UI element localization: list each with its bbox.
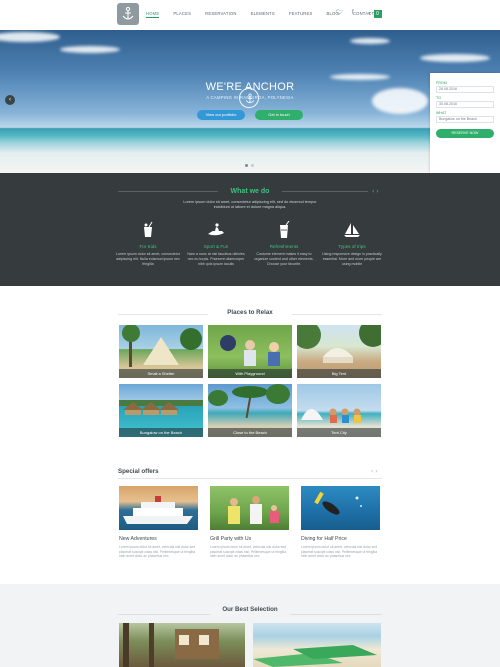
slider-prev-arrow[interactable]: ‹ bbox=[5, 95, 15, 105]
hero-subtitle: A CAMPING IN RANGIROA, POLYNESIA bbox=[206, 95, 294, 100]
feature-title: For Kids bbox=[139, 244, 157, 249]
place-tile[interactable]: Tent City bbox=[297, 384, 381, 437]
cloud bbox=[420, 54, 490, 62]
what-we-do-section: What we do ‹ › Lorem ipsum dolor sit ame… bbox=[0, 173, 500, 286]
tile-caption: Tent City bbox=[297, 428, 381, 437]
offer-text: Lorem ipsum dolor sit amet, vehicula nis… bbox=[210, 545, 287, 559]
feature-text: Using responsive design is practically e… bbox=[322, 252, 382, 266]
offer-image bbox=[119, 486, 198, 530]
tile-caption: Close to the Beach bbox=[208, 428, 292, 437]
special-offers-title: Special offers bbox=[118, 468, 159, 475]
menu-item-elements[interactable]: Elements bbox=[251, 11, 275, 18]
cloud bbox=[372, 88, 428, 114]
facebook-icon[interactable]: f bbox=[352, 9, 354, 16]
chevron-down-icon: ▾ bbox=[368, 11, 371, 17]
place-tile[interactable]: Small a Shelter bbox=[119, 325, 203, 378]
feature-refreshments: Refreshments Costume element makes it ea… bbox=[252, 220, 316, 266]
hero-slider: WE'RE ANCHOR A CAMPING IN RANGIROA, POLY… bbox=[0, 30, 500, 173]
offer-title: Diving for Half Price bbox=[301, 536, 347, 542]
view-portfolio-button[interactable]: View our portfolio bbox=[197, 110, 245, 120]
menu-item-features[interactable]: Features bbox=[289, 11, 313, 18]
to-date-field[interactable]: 30.08.2016 bbox=[436, 101, 494, 108]
menu-item-home[interactable]: Home bbox=[146, 11, 160, 18]
sailboat-icon bbox=[343, 221, 361, 239]
cloud bbox=[330, 74, 390, 80]
offer-text: Lorem ipsum dolor sit amet, vehicula nis… bbox=[119, 545, 196, 559]
feature-text: Nam a nunc at nisl faucibus ultricies ne… bbox=[187, 252, 245, 266]
feature-title: Types of trips bbox=[338, 244, 366, 249]
divider bbox=[290, 614, 382, 615]
divider bbox=[118, 478, 382, 479]
tile-caption: With Playground bbox=[208, 369, 292, 378]
offer-text: Lorem ipsum dolor sit amet, vehicula nis… bbox=[301, 545, 378, 559]
jetski-icon bbox=[207, 221, 225, 239]
best-selection-image[interactable] bbox=[253, 623, 381, 667]
tile-caption: Big Tent bbox=[297, 369, 381, 378]
from-date-field[interactable]: 28.08.2016 bbox=[436, 86, 494, 93]
best-selection-title: Our Best Selection bbox=[222, 606, 278, 613]
reserve-now-button[interactable]: Reserve now bbox=[436, 129, 494, 138]
top-navigation: Home Places Reservation Elements Feature… bbox=[0, 0, 500, 30]
social-links: 🐦︎ f bbox=[336, 9, 362, 16]
offer-title: Grill Party with Us bbox=[210, 536, 252, 542]
menu-item-reservation[interactable]: Reservation bbox=[205, 11, 237, 18]
best-selection-section bbox=[0, 584, 500, 667]
offer-card[interactable]: Grill Party with Us Lorem ipsum dolor si… bbox=[210, 486, 289, 559]
accommodation-select[interactable]: Bungalow on the Beach bbox=[436, 116, 494, 123]
offer-card[interactable]: Diving for Half Price Lorem ipsum dolor … bbox=[301, 486, 380, 559]
drink-icon bbox=[139, 221, 157, 239]
cart-count-badge: 0 bbox=[373, 10, 382, 18]
from-label: FROM bbox=[436, 81, 447, 85]
carousel-arrows[interactable]: ‹ › bbox=[372, 188, 379, 195]
to-label: TO bbox=[436, 96, 441, 100]
slider-dots bbox=[245, 164, 257, 167]
cloud bbox=[0, 32, 60, 42]
reservation-panel: FROM 28.08.2016 TO 30.08.2016 WHAT Bunga… bbox=[430, 73, 500, 173]
cloud bbox=[60, 46, 120, 53]
cocktail-icon bbox=[275, 220, 293, 239]
offer-card[interactable]: New Adventures Lorem ipsum dolor sit ame… bbox=[119, 486, 198, 559]
anchor-icon bbox=[122, 6, 134, 20]
offer-image bbox=[301, 486, 380, 530]
menu-item-places[interactable]: Places bbox=[173, 11, 191, 18]
place-tile[interactable]: Close to the Beach bbox=[208, 384, 292, 437]
feature-kids: For Kids Lorem ipsum dolor sit amet, con… bbox=[116, 221, 180, 266]
divider bbox=[118, 614, 210, 615]
anchor-logo[interactable] bbox=[117, 3, 139, 25]
twitter-icon[interactable]: 🐦︎ bbox=[336, 9, 344, 16]
best-selection-image[interactable] bbox=[119, 623, 245, 667]
place-tile[interactable]: Bungalow on the Beach bbox=[119, 384, 203, 437]
divider bbox=[118, 314, 208, 315]
get-in-touch-button[interactable]: Get in touch bbox=[255, 110, 303, 120]
places-title: Places to Relax bbox=[227, 309, 273, 316]
feature-title: Sport & Fun bbox=[203, 244, 229, 249]
feature-text: Lorem ipsum dolor sit amet, consectetur … bbox=[116, 252, 180, 266]
what-label: WHAT bbox=[436, 111, 447, 115]
section-description: Lorem ipsum dolor sit amet, consectetur … bbox=[183, 200, 317, 209]
offer-image bbox=[210, 486, 289, 530]
place-tile[interactable]: Big Tent bbox=[297, 325, 381, 378]
feature-text: Costume element makes it easy to organiz… bbox=[254, 252, 314, 266]
cloud bbox=[350, 38, 390, 44]
section-title: What we do bbox=[230, 188, 270, 195]
slider-dot[interactable] bbox=[245, 164, 248, 167]
place-tile[interactable]: With Playground bbox=[208, 325, 292, 378]
offer-title: New Adventures bbox=[119, 536, 157, 542]
slider-dot[interactable] bbox=[251, 164, 254, 167]
feature-trips: Types of trips Using responsive design i… bbox=[320, 221, 384, 266]
hero-title: WE'RE ANCHOR bbox=[205, 81, 295, 93]
tile-caption: Bungalow on the Beach bbox=[119, 428, 203, 437]
divider bbox=[292, 314, 382, 315]
carousel-arrows[interactable]: ‹ › bbox=[371, 468, 378, 475]
cart-widget[interactable]: ▾ 0 bbox=[368, 10, 382, 18]
feature-title: Refreshments bbox=[269, 244, 299, 249]
tile-caption: Small a Shelter bbox=[119, 369, 203, 378]
feature-sport: Sport & Fun Nam a nunc at nisl faucibus … bbox=[184, 221, 248, 266]
